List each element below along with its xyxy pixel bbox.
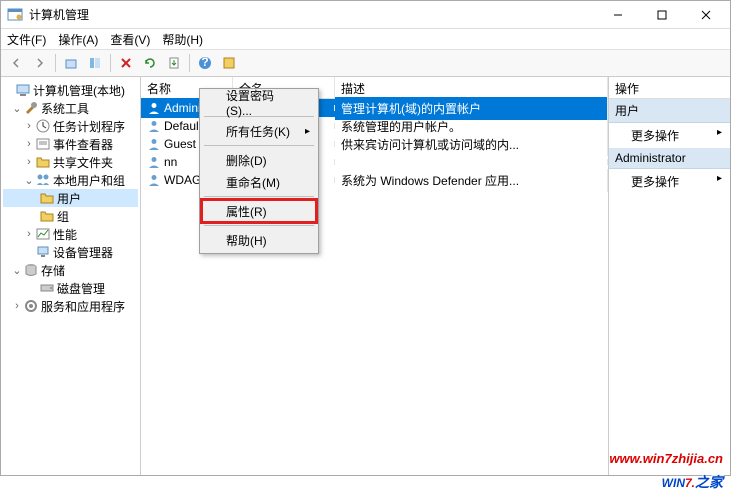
menubar: 文件(F) 操作(A) 查看(V) 帮助(H) xyxy=(1,29,730,49)
computer-icon xyxy=(15,82,31,98)
actions-more-1[interactable]: 更多操作 ▸ xyxy=(609,123,730,148)
window-title: 计算机管理 xyxy=(29,6,596,23)
minimize-button[interactable] xyxy=(596,1,640,29)
tree-device-manager[interactable]: 设备管理器 xyxy=(53,244,113,261)
folder-icon xyxy=(39,190,55,206)
svg-text:?: ? xyxy=(201,56,208,69)
nav-tree[interactable]: 计算机管理(本地) ⌄ 系统工具 › 任务计划程序 › 事件查看器 › 共享文件夹 ⌄ 本… xyxy=(1,77,141,475)
ctx-delete[interactable]: 删除(D) xyxy=(202,149,316,171)
context-menu: 设置密码(S)... 所有任务(K)▸ 删除(D) 重命名(M) 属性(R) 帮… xyxy=(199,88,319,254)
actions-header: 操作 xyxy=(609,77,730,99)
tree-system-tools[interactable]: 系统工具 xyxy=(41,100,89,117)
export-button[interactable] xyxy=(163,52,185,74)
services-icon xyxy=(23,298,39,314)
menu-view[interactable]: 查看(V) xyxy=(110,31,150,48)
user-icon xyxy=(147,173,161,187)
watermark-logo: WIN7.之家 xyxy=(609,466,723,494)
tree-storage[interactable]: 存储 xyxy=(41,262,65,279)
folder-icon xyxy=(39,208,55,224)
delete-button[interactable] xyxy=(115,52,137,74)
watermark: www.win7zhijia.cn WIN7.之家 xyxy=(609,451,723,494)
user-icon xyxy=(147,155,161,169)
ctx-rename[interactable]: 重命名(M) xyxy=(202,171,316,193)
expand-icon[interactable]: › xyxy=(23,156,35,168)
tree-services-apps[interactable]: 服务和应用程序 xyxy=(41,298,125,315)
user-icon xyxy=(147,101,161,115)
tree-task-scheduler[interactable]: 任务计划程序 xyxy=(53,118,125,135)
folder-icon xyxy=(35,154,51,170)
actions-pane: 操作 用户 更多操作 ▸ Administrator 更多操作 ▸ xyxy=(608,77,730,475)
expand-icon[interactable]: › xyxy=(23,138,35,150)
menu-file[interactable]: 文件(F) xyxy=(7,31,46,48)
expand-icon[interactable]: › xyxy=(23,228,35,240)
user-icon xyxy=(147,137,161,151)
back-button[interactable] xyxy=(5,52,27,74)
toolbar: ? xyxy=(1,49,730,77)
titlebar: 计算机管理 xyxy=(1,1,730,29)
tree-performance[interactable]: 性能 xyxy=(53,226,77,243)
user-icon xyxy=(147,119,161,133)
tree-root[interactable]: 计算机管理(本地) xyxy=(33,82,125,99)
show-hide-button[interactable] xyxy=(84,52,106,74)
expand-icon[interactable]: ⌄ xyxy=(11,102,23,115)
menu-action[interactable]: 操作(A) xyxy=(58,31,98,48)
perf-icon xyxy=(35,226,51,242)
actions-group-admin: Administrator xyxy=(609,148,730,169)
tree-groups[interactable]: 组 xyxy=(57,208,69,225)
props-button[interactable] xyxy=(218,52,240,74)
storage-icon xyxy=(23,262,39,278)
expand-icon[interactable]: ⌄ xyxy=(23,174,35,187)
submenu-arrow-icon: ▸ xyxy=(305,126,310,137)
forward-button[interactable] xyxy=(29,52,51,74)
ctx-help[interactable]: 帮助(H) xyxy=(202,229,316,251)
tree-shared-folders[interactable]: 共享文件夹 xyxy=(53,154,113,171)
actions-more-2[interactable]: 更多操作 ▸ xyxy=(609,169,730,194)
watermark-url: www.win7zhijia.cn xyxy=(609,451,723,466)
app-icon xyxy=(7,7,23,23)
ctx-set-password[interactable]: 设置密码(S)... xyxy=(202,91,316,113)
col-description[interactable]: 描述 xyxy=(335,77,608,98)
maximize-button[interactable] xyxy=(640,1,684,29)
actions-group-users: 用户 xyxy=(609,99,730,123)
users-icon xyxy=(35,172,51,188)
clock-icon xyxy=(35,118,51,134)
ctx-properties[interactable]: 属性(R) xyxy=(202,200,316,222)
expand-icon[interactable]: › xyxy=(23,120,35,132)
tree-disk-mgmt[interactable]: 磁盘管理 xyxy=(57,280,105,297)
disk-icon xyxy=(39,280,55,296)
tree-users[interactable]: 用户 xyxy=(57,190,81,207)
refresh-button[interactable] xyxy=(139,52,161,74)
close-button[interactable] xyxy=(684,1,728,29)
menu-help[interactable]: 帮助(H) xyxy=(162,31,203,48)
event-icon xyxy=(35,136,51,152)
help-button[interactable]: ? xyxy=(194,52,216,74)
tools-icon xyxy=(23,100,39,116)
expand-icon[interactable]: › xyxy=(11,300,23,312)
expand-icon[interactable]: ⌄ xyxy=(11,264,23,277)
ctx-all-tasks[interactable]: 所有任务(K)▸ xyxy=(202,120,316,142)
tree-local-users-groups[interactable]: 本地用户和组 xyxy=(53,172,125,189)
tree-event-viewer[interactable]: 事件查看器 xyxy=(53,136,113,153)
up-button[interactable] xyxy=(60,52,82,74)
device-icon xyxy=(35,244,51,260)
